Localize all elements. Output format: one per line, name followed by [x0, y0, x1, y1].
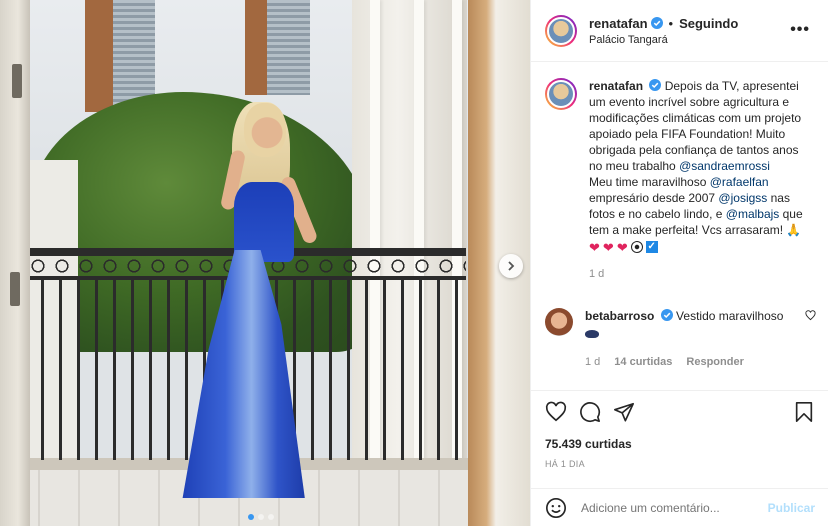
mention-link[interactable]: @rafaelfan: [710, 175, 769, 189]
author-username[interactable]: renatafan: [589, 16, 648, 31]
caption-emojis: ❤ ❤ ❤ ✓: [589, 241, 658, 254]
eye-emoji-icon: [585, 330, 599, 338]
post-header: renatafan • Seguindo Palácio Tangará •••: [531, 0, 828, 62]
heart-icon[interactable]: [545, 401, 567, 423]
comment-text: Vestido maravilhoso: [676, 309, 784, 323]
chevron-right-icon: [508, 261, 515, 271]
add-comment-bar: Publicar: [531, 488, 828, 526]
comment-item: betabarroso Vestido maravilhoso 1 d 14 c…: [545, 308, 815, 370]
carousel-dots: [248, 514, 274, 520]
location-link[interactable]: Palácio Tangará: [589, 34, 738, 46]
carousel-dot: [248, 514, 254, 520]
photo-door-frame-left: [0, 0, 30, 526]
mention-link[interactable]: @josigss: [718, 191, 767, 205]
caption-text: empresário desde 2007: [589, 191, 719, 205]
verified-badge-icon: [650, 17, 663, 29]
following-button[interactable]: Seguindo: [679, 16, 738, 31]
post-timestamp[interactable]: HÁ 1 DIA: [545, 459, 815, 469]
photo-tower-right: [245, 0, 310, 95]
instagram-post-modal: renatafan • Seguindo Palácio Tangará •••…: [0, 0, 828, 526]
carousel-next-button[interactable]: [499, 254, 523, 278]
more-options-button[interactable]: •••: [790, 22, 810, 38]
comment-username[interactable]: betabarroso: [585, 309, 654, 323]
comment-likes-count[interactable]: 14 curtidas: [614, 354, 672, 370]
reply-button[interactable]: Responder: [686, 354, 743, 370]
bookmark-icon[interactable]: [793, 401, 815, 423]
carousel-dot: [268, 514, 274, 520]
comment-icon[interactable]: [579, 401, 601, 423]
publish-button[interactable]: Publicar: [768, 501, 815, 515]
post-side-panel: renatafan • Seguindo Palácio Tangará •••…: [530, 0, 828, 526]
comment-age: 1 d: [585, 356, 601, 368]
red-heart-emoji-icon: ❤: [589, 240, 600, 255]
caption-text: Meu time maravilhoso: [589, 175, 710, 189]
mention-link[interactable]: @malbajs: [726, 207, 780, 221]
soccer-ball-emoji-icon: [630, 241, 643, 253]
likes-count[interactable]: 75.439 curtidas: [545, 437, 815, 451]
post-actions: 75.439 curtidas HÁ 1 DIA: [531, 390, 828, 469]
pray-emoji-icon: 🙏: [786, 223, 802, 237]
avatar[interactable]: [545, 14, 577, 47]
red-heart-emoji-icon: ❤: [616, 240, 628, 255]
check-box-emoji-icon: ✓: [645, 241, 658, 253]
mention-link[interactable]: @sandraemrossi: [679, 159, 770, 173]
comment-input[interactable]: [581, 500, 768, 515]
verified-badge-icon: [649, 79, 662, 91]
red-heart-emoji-icon: ❤: [602, 240, 614, 255]
carousel-dot: [258, 514, 264, 520]
avatar[interactable]: [545, 78, 577, 110]
emoji-icon[interactable]: [545, 497, 567, 519]
comment-like-heart-icon[interactable]: [805, 310, 816, 321]
caption: renatafan Depois da TV, apresentei um ev…: [545, 78, 815, 282]
comments-list: renatafan Depois da TV, apresentei um ev…: [531, 62, 828, 390]
verified-badge-icon: [660, 309, 673, 321]
avatar[interactable]: [545, 308, 573, 336]
post-photo[interactable]: [0, 0, 530, 526]
caption-username[interactable]: renatafan: [589, 79, 643, 93]
caption-age: 1 d: [589, 268, 605, 280]
dot-separator: •: [668, 15, 674, 31]
share-icon[interactable]: [613, 401, 635, 423]
photo-woman-head: [244, 103, 286, 157]
